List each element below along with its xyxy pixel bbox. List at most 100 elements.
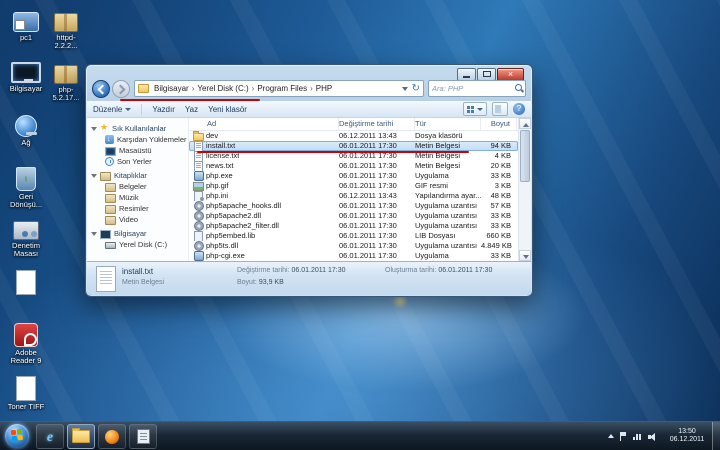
scroll-down-button[interactable] [519,250,531,261]
file-row[interactable]: php-cgi.exe 06.01.2011 17:30 Uygulama 33… [189,251,518,261]
help-button[interactable] [513,103,525,115]
file-row[interactable]: php5embed.lib 06.01.2011 17:30 LIB Dosya… [189,231,518,241]
file-date: 06.01.2011 17:30 [339,251,415,261]
search-input[interactable] [429,84,514,93]
file-row[interactable]: php5ts.dll 06.01.2011 17:30 Uygulama uza… [189,241,518,251]
refresh-icon[interactable]: ↻ [412,84,420,94]
scroll-up-button[interactable] [519,118,531,129]
desktop-icon [105,147,116,156]
folder-icon [193,131,204,141]
sidebar-item[interactable]: Video [87,214,188,225]
desktop-icon[interactable]: pc1 [6,6,46,42]
volume-icon[interactable] [648,432,658,441]
text-editor-button[interactable] [129,424,157,449]
annotation-underline-install-txt [197,151,469,153]
breadcrumb-segment[interactable]: Program Files [255,84,309,93]
sidebar-section-title: Kitaplıklar [114,171,147,180]
file-row[interactable]: php5apache2_filter.dll 06.01.2011 17:30 … [189,221,518,231]
desktop-icon[interactable]: httpd-2.2.2... [46,6,86,50]
file-date: 06.01.2011 17:30 [339,231,415,241]
expander-icon[interactable] [91,232,97,236]
sidebar-section-header[interactable]: Bilgisayar [87,228,188,239]
desktop-icon[interactable]: Toner TIFF [6,374,46,411]
breadcrumb-segment[interactable]: Bilgisayar [152,84,191,93]
breadcrumb-segment[interactable]: PHP [314,84,334,93]
file-row[interactable]: php.gif 06.01.2011 17:30 GIF resmi 3 KB [189,181,518,191]
desktop-icon[interactable] [6,268,46,297]
preview-pane-button[interactable] [492,102,508,116]
clock[interactable]: 13:50 06.12.2011 [664,428,710,444]
show-desktop-button[interactable] [712,422,720,450]
expander-icon[interactable] [91,174,97,178]
desktop-icon[interactable]: php-5.2.17... [46,58,86,102]
libraries-icon [100,172,111,181]
hidden-icons-arrow[interactable] [608,434,614,438]
sidebar-item-label: Müzik [119,193,139,202]
file-size: 33 KB [481,221,517,231]
file-name: php5apache_hooks.dll [206,201,281,211]
toolbar-item[interactable]: Yeni klasör [208,105,247,114]
breadcrumb[interactable]: Bilgisayar›Yerel Disk (C:)›Program Files… [134,80,424,97]
desktop-icon[interactable]: Bilgisayar [6,58,46,93]
sidebar-item[interactable]: Son Yerler [87,156,188,167]
breadcrumb-segment[interactable]: Yerel Disk (C:) [195,84,250,93]
sidebar-item[interactable]: Müzik [87,192,188,203]
desktop-icon[interactable]: Geri Dönüşü... [6,164,46,209]
file-row[interactable]: php.exe 06.01.2011 17:30 Uygulama 33 KB [189,171,518,181]
file-row[interactable]: dev 06.12.2011 13:43 Dosya klasörü [189,131,518,141]
back-button[interactable] [92,80,110,98]
sidebar-section-header[interactable]: Sık Kullanılanlar [87,123,188,134]
windows-explorer-button[interactable] [67,424,95,449]
internet-explorer-button[interactable] [36,424,64,449]
desktop-icon[interactable]: Denetim Masası [6,216,46,258]
expander-icon[interactable] [91,127,97,131]
document-icon [16,270,36,295]
file-row[interactable]: php5apache2.dll 06.01.2011 17:30 Uygulam… [189,211,518,221]
sidebar-section-header[interactable]: Kitaplıklar [87,170,188,181]
scrollbar-thumb[interactable] [520,130,530,182]
forward-button[interactable] [112,80,130,98]
file-name: php.ini [206,191,228,201]
action-center-icon[interactable] [620,432,627,441]
file-row[interactable]: php5apache_hooks.dll 06.01.2011 17:30 Uy… [189,201,518,211]
media-player-button[interactable] [98,424,126,449]
details-file-type: Metin Belgesi [122,279,164,286]
file-date: 06.01.2011 17:30 [339,201,415,211]
column-header-size[interactable]: Boyut [481,118,517,130]
start-button[interactable] [5,424,29,448]
sidebar-item[interactable]: Belgeler [87,181,188,192]
file-name: php5apache2_filter.dll [206,221,279,231]
annotation-underline-breadcrumb [120,99,260,101]
sidebar-item[interactable]: Yerel Disk (C:) [87,239,188,250]
recent-places-icon [105,157,114,166]
desktop-icon[interactable]: Ağ [6,112,46,147]
breadcrumb-dropdown-icon[interactable] [402,87,408,91]
sidebar-item[interactable]: Masaüstü [87,145,188,156]
file-type: Uygulama [415,171,481,181]
file-type: LIB Dosyası [415,231,481,241]
file-type: Metin Belgesi [415,161,481,171]
desktop-icon[interactable]: Adobe Reader 9 [6,320,46,365]
sidebar-item-label: Masaüstü [119,146,152,155]
toolbar-item[interactable]: Düzenle [93,105,131,114]
file-row[interactable]: php.ini 06.12.2011 13:43 Yapılandırma ay… [189,191,518,201]
shortcut-icon [13,12,39,32]
file-size: 4.849 KB [481,241,517,251]
video-icon [105,216,116,225]
sidebar-section-title: Sık Kullanılanlar [112,124,166,133]
sidebar-item[interactable]: Resimler [87,203,188,214]
network-icon[interactable] [633,432,642,440]
column-header-type[interactable]: Tür [415,118,481,130]
internet-explorer-icon [47,428,53,446]
toolbar-item[interactable]: Yazdır [152,105,175,114]
change-view-button[interactable] [463,102,487,116]
file-row[interactable]: news.txt 06.01.2011 17:30 Metin Belgesi … [189,161,518,171]
search-box[interactable] [428,80,526,97]
column-header-date[interactable]: Değiştirme tarihi [339,118,415,130]
column-header-name[interactable]: Ad [193,118,339,130]
file-row[interactable]: install.txt 06.01.2011 17:30 Metin Belge… [189,141,518,151]
desktop-icon-label: Bilgisayar [10,85,43,93]
scrollbar[interactable] [518,118,531,261]
toolbar-item[interactable]: Yaz [185,105,198,114]
sidebar-item[interactable]: Karşıdan Yüklemeler [87,134,188,145]
